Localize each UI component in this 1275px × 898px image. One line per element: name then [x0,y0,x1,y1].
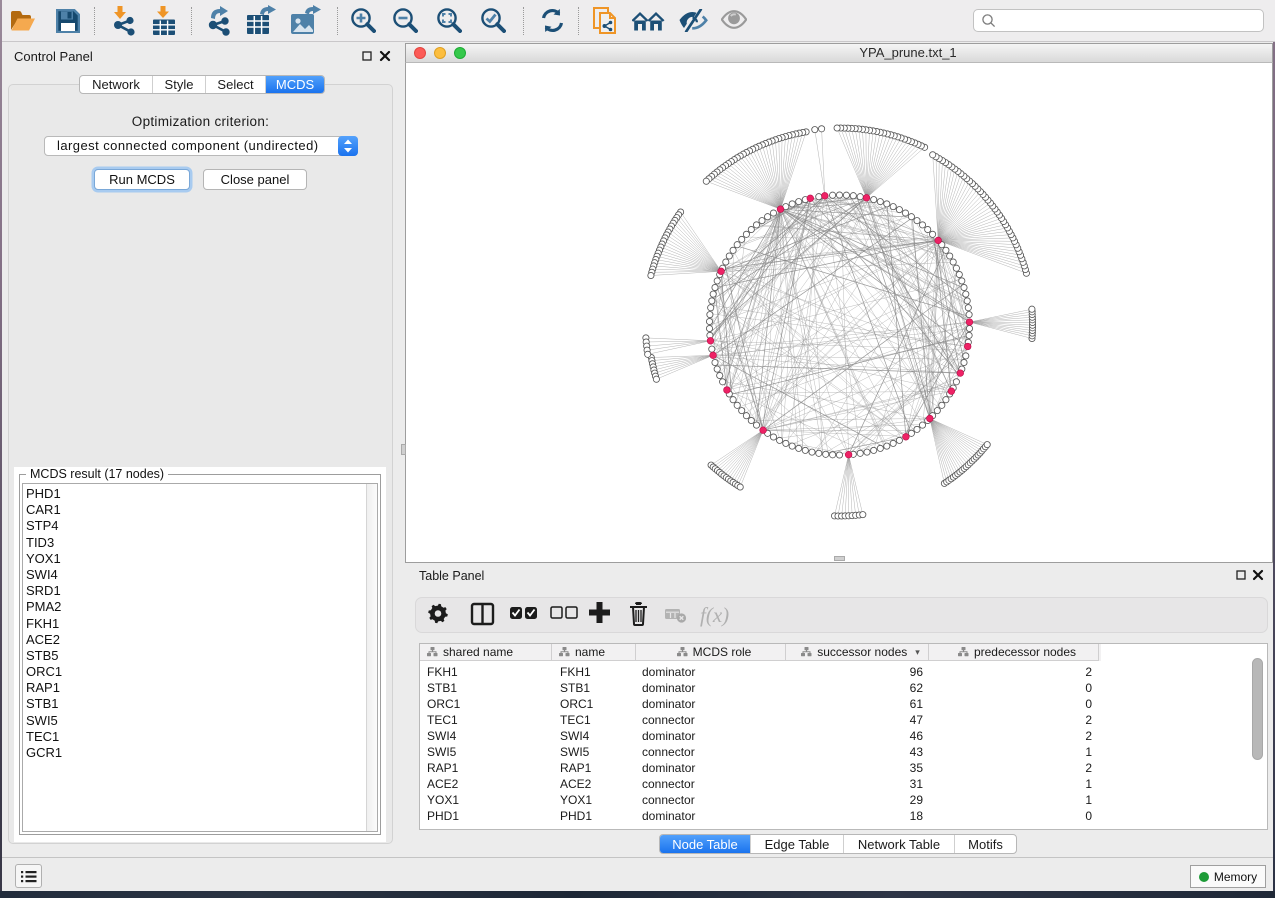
svg-text:f(x): f(x) [700,603,729,627]
